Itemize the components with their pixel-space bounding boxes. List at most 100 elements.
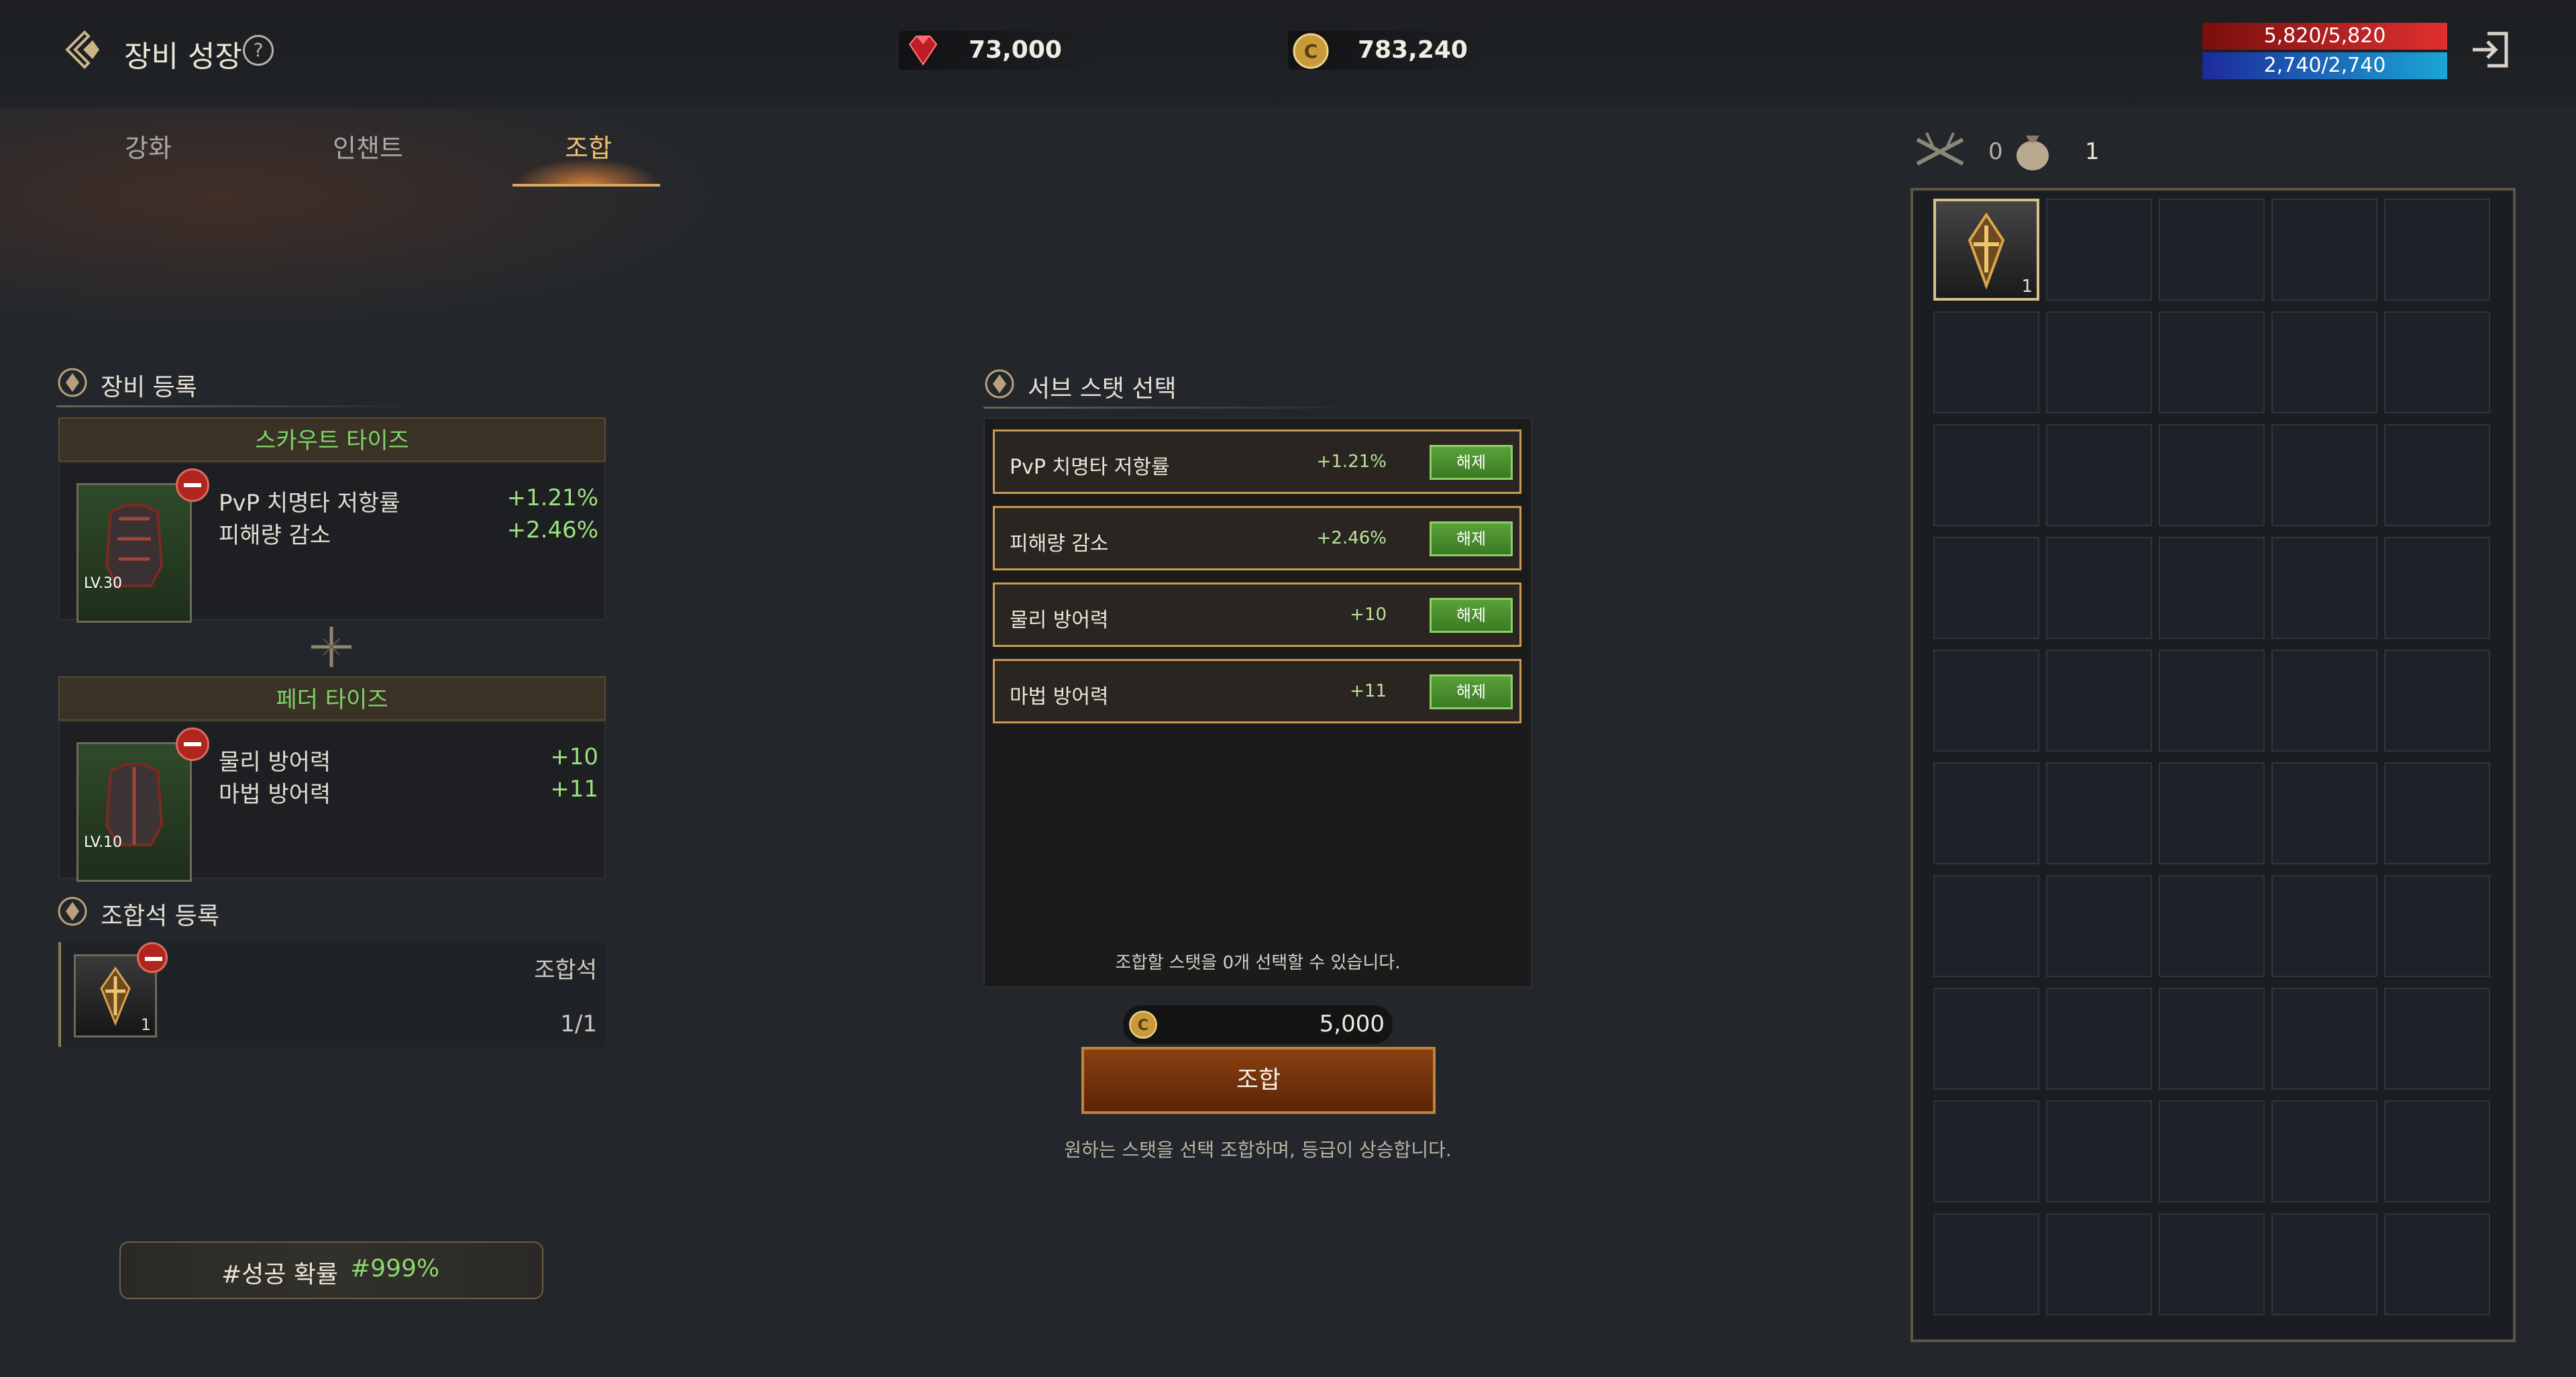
inventory-slot[interactable]: [2271, 311, 2377, 413]
inventory-slot[interactable]: [2384, 199, 2490, 301]
item-2-remove-button[interactable]: [176, 727, 209, 761]
inventory-slot[interactable]: [2384, 988, 2490, 1090]
inventory-slot[interactable]: [2271, 537, 2377, 639]
inventory-slot[interactable]: [2384, 1213, 2490, 1315]
plus-ornament-icon: [309, 624, 354, 672]
inventory-slot[interactable]: [2271, 1101, 2377, 1203]
inventory-slot[interactable]: 1: [1933, 199, 2039, 301]
item-2-level: LV.10: [84, 834, 123, 851]
inventory-slot[interactable]: [1933, 424, 2039, 526]
substat-value: +2.46%: [1316, 528, 1387, 548]
inventory-slot[interactable]: [2271, 762, 2377, 864]
inventory-slot[interactable]: [2271, 424, 2377, 526]
inventory-slot[interactable]: [2271, 1213, 2377, 1315]
substat-row[interactable]: 물리 방어력 +10 해제: [993, 582, 1521, 647]
inventory-slot[interactable]: [2159, 875, 2265, 977]
inventory-slot[interactable]: [2384, 537, 2490, 639]
exit-icon[interactable]: [2469, 28, 2512, 74]
inventory-slot[interactable]: [2384, 650, 2490, 752]
inventory-slot[interactable]: [2046, 988, 2152, 1090]
inventory-slot[interactable]: [2159, 424, 2265, 526]
inventory-slot[interactable]: [2046, 424, 2152, 526]
release-button[interactable]: 해제: [1430, 445, 1513, 480]
release-button[interactable]: 해제: [1430, 674, 1513, 709]
inventory-slot[interactable]: [2046, 537, 2152, 639]
inventory-slot[interactable]: [1933, 762, 2039, 864]
inventory-slot[interactable]: [1933, 988, 2039, 1090]
inventory-slot[interactable]: [2046, 1101, 2152, 1203]
weapon-count: 0: [1988, 138, 2003, 165]
inventory-slot[interactable]: [2159, 988, 2265, 1090]
inventory-slot[interactable]: [2384, 875, 2490, 977]
item-1-remove-button[interactable]: [176, 468, 209, 502]
inventory-slot[interactable]: [1933, 1213, 2039, 1315]
coin-icon: C: [1292, 32, 1330, 72]
item-1-stat-2-name: 피해량 감소: [219, 522, 331, 549]
inventory-slot[interactable]: [2046, 762, 2152, 864]
tab-enchant[interactable]: 인챈트: [333, 128, 403, 164]
section-divider: [56, 405, 419, 407]
inventory-slot[interactable]: [2271, 875, 2377, 977]
inventory-slot[interactable]: [2159, 537, 2265, 639]
release-button[interactable]: 해제: [1430, 521, 1513, 556]
inventory-slot[interactable]: [2384, 311, 2490, 413]
inventory-slot[interactable]: [1933, 311, 2039, 413]
inventory-slot[interactable]: [2271, 988, 2377, 1090]
gem-icon: [904, 34, 942, 70]
inventory-slot[interactable]: [2046, 875, 2152, 977]
substat-row[interactable]: 마법 방어력 +11 해제: [993, 659, 1521, 723]
success-rate-label: #성공 확률: [221, 1261, 339, 1288]
inventory-slot[interactable]: [2159, 311, 2265, 413]
inventory-slot[interactable]: [2046, 1213, 2152, 1315]
dismantle-icon[interactable]: [1913, 128, 1967, 178]
substat-name: 마법 방어력: [1010, 685, 1109, 709]
inventory-slot[interactable]: [2384, 762, 2490, 864]
inventory-slot[interactable]: [1933, 537, 2039, 639]
inventory-slot[interactable]: [2159, 199, 2265, 301]
inventory-slot[interactable]: [2046, 311, 2152, 413]
tab-active-glow: [513, 158, 660, 185]
back-icon[interactable]: [62, 28, 105, 71]
mp-bar: 2,740/2,740: [2202, 52, 2447, 79]
svg-text:C: C: [1138, 1017, 1148, 1034]
substat-section-title: 서브 스탯 선택: [1028, 375, 1177, 403]
inventory-slot[interactable]: [2046, 199, 2152, 301]
item-1-slot[interactable]: LV.30: [76, 483, 192, 623]
inventory-slot[interactable]: [2271, 650, 2377, 752]
page-title: 장비 성장: [124, 40, 242, 74]
combine-description: 원하는 스탯을 선택 조합하며, 등급이 상승합니다.: [1064, 1139, 1452, 1161]
bag-icon[interactable]: [2011, 125, 2054, 176]
substat-value: +10: [1350, 605, 1387, 625]
substat-row[interactable]: 피해량 감소 +2.46% 해제: [993, 506, 1521, 570]
inventory-slot[interactable]: [2384, 1101, 2490, 1203]
gem-amount: 73,000: [969, 36, 1062, 64]
substat-name: PvP 치명타 저항률: [1010, 456, 1170, 479]
equipment-section-title: 장비 등록: [101, 374, 197, 401]
tab-enhance[interactable]: 강화: [125, 128, 172, 164]
inventory-slot[interactable]: [2159, 650, 2265, 752]
inventory-slot[interactable]: [2159, 1101, 2265, 1203]
inventory-slot[interactable]: [1933, 1101, 2039, 1203]
combine-button[interactable]: 조합: [1081, 1047, 1436, 1114]
inventory-slot[interactable]: [1933, 650, 2039, 752]
inventory-slot[interactable]: [2271, 199, 2377, 301]
substat-value: +1.21%: [1316, 452, 1387, 472]
release-button[interactable]: 해제: [1430, 598, 1513, 633]
inventory-item-quantity: 1: [2021, 276, 2033, 297]
stone-name: 조합석: [534, 957, 597, 984]
item-2-slot[interactable]: LV.10: [76, 742, 192, 882]
tab-active-underline: [513, 184, 660, 187]
substat-hint: 조합할 스탯을 0개 선택할 수 있습니다.: [1115, 953, 1401, 973]
item-2-stat-2-name: 마법 방어력: [219, 781, 331, 808]
inventory-slot[interactable]: [2384, 424, 2490, 526]
inventory-slot[interactable]: [2046, 650, 2152, 752]
help-icon[interactable]: ?: [243, 35, 274, 66]
inventory-slot[interactable]: [2159, 1213, 2265, 1315]
inventory-slot[interactable]: [2159, 762, 2265, 864]
stone-quantity: 1: [140, 1015, 151, 1034]
stone-remove-button[interactable]: [137, 942, 168, 973]
inventory-slot[interactable]: [1933, 875, 2039, 977]
success-rate-value: #999%: [350, 1255, 440, 1282]
item-1-level: LV.30: [84, 575, 123, 592]
substat-row[interactable]: PvP 치명타 저항률 +1.21% 해제: [993, 429, 1521, 494]
